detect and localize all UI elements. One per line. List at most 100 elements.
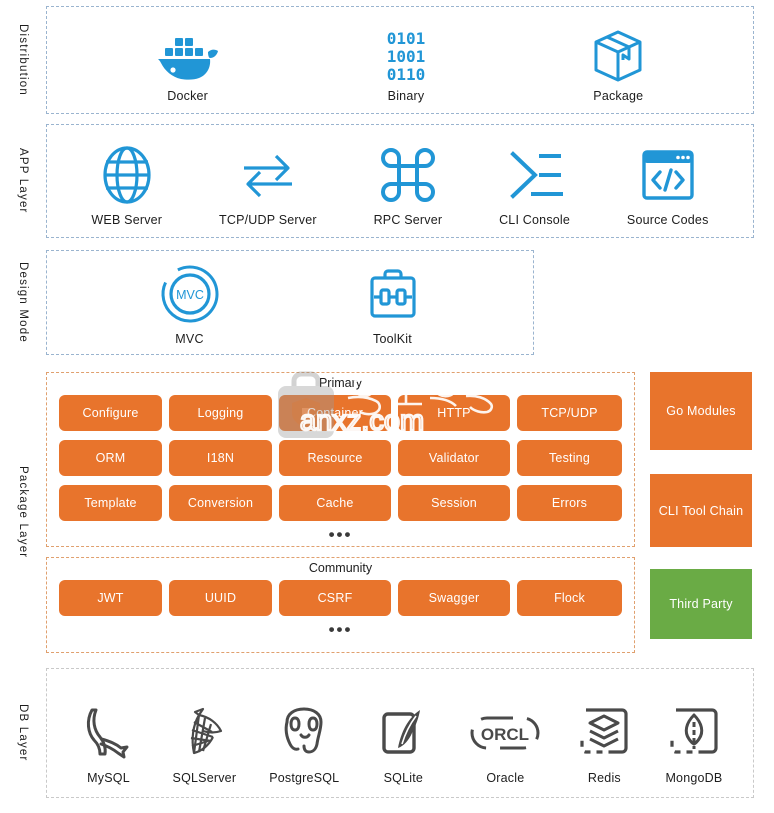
svg-text:0101: 0101 — [387, 29, 426, 48]
app-item-rpc-server[interactable]: RPC Server — [374, 144, 443, 227]
app-item-source-codes[interactable]: Source Codes — [627, 144, 709, 227]
distribution-container: Docker 0101 1001 0110 Binary Package — [46, 6, 754, 114]
mysql-dolphin-icon — [78, 702, 140, 764]
oracle-icon: ORCL — [467, 702, 543, 764]
code-window-icon — [637, 144, 699, 206]
app-item-tcp-udp-server[interactable]: TCP/UDP Server — [219, 144, 317, 227]
package-chip[interactable]: Errors — [517, 485, 622, 521]
item-caption: Docker — [167, 89, 209, 103]
package-chip[interactable]: I18N — [169, 440, 272, 476]
design-container: MVC MVC ToolKit — [46, 250, 534, 355]
svg-text:1001: 1001 — [387, 47, 426, 66]
layer-label-db: DB Layer — [17, 704, 29, 762]
chip-row: ORM I18N Resource Validator Testing — [59, 440, 622, 476]
item-caption: TCP/UDP Server — [219, 213, 317, 227]
package-chip[interactable]: Flock — [517, 580, 622, 616]
package-chip[interactable]: Testing — [517, 440, 622, 476]
db-container: MySQL SQLServer PostgreSQL SQLite ORCL O… — [46, 668, 754, 798]
binary-icon: 0101 1001 0110 — [371, 28, 441, 82]
item-caption: Redis — [587, 771, 621, 785]
db-item-postgresql[interactable]: PostgreSQL — [269, 702, 339, 785]
package-chip[interactable]: Container — [279, 395, 391, 431]
db-item-oracle[interactable]: ORCL Oracle — [467, 702, 543, 785]
package-community-container: Community JWT UUID CSRF Swagger Flock ••… — [46, 557, 635, 653]
item-caption: Package — [593, 89, 644, 103]
mvc-circle-icon: MVC — [159, 263, 221, 325]
app-container: WEB Server TCP/UDP Server RPC Server CLI… — [46, 124, 754, 238]
package-chip[interactable]: Cache — [279, 485, 391, 521]
item-caption: CLI Console — [499, 213, 571, 227]
architecture-diagram: Distribution Docker 0101 1001 0110 Binar… — [0, 0, 774, 813]
design-item-toolkit[interactable]: ToolKit — [364, 265, 422, 346]
svg-text:MVC: MVC — [176, 288, 204, 302]
command-icon — [377, 144, 439, 206]
design-item-mvc[interactable]: MVC MVC — [159, 263, 221, 346]
app-item-cli-console[interactable]: CLI Console — [499, 144, 570, 227]
package-primary-more: ••• — [328, 525, 353, 544]
package-side-column: Go Modules CLI Tool Chain Third Party — [650, 372, 752, 653]
layer-design-mode: Design Mode MVC MVC ToolKit — [0, 250, 774, 355]
package-chip[interactable]: JWT — [59, 580, 162, 616]
package-chip[interactable]: ORM — [59, 440, 162, 476]
postgresql-elephant-icon — [273, 702, 335, 764]
package-chip[interactable]: TCP/UDP — [517, 395, 622, 431]
globe-icon — [96, 144, 158, 206]
db-item-mongodb[interactable]: MongoDB — [665, 702, 722, 785]
package-box-icon — [586, 26, 650, 82]
item-caption: Binary — [387, 89, 425, 103]
distribution-item-binary[interactable]: 0101 1001 0110 Binary — [371, 28, 441, 103]
mongodb-leaf-icon — [666, 702, 722, 764]
item-caption: ToolKit — [373, 332, 412, 346]
package-primary-title: Primary — [318, 376, 363, 390]
package-primary-grid: Configure Logging Container HTTP TCP/UDP… — [59, 395, 622, 544]
exchange-arrows-icon — [232, 144, 304, 206]
sqlserver-icon — [173, 702, 235, 764]
item-caption: SQLServer — [172, 771, 237, 785]
item-caption: MySQL — [87, 771, 130, 785]
distribution-item-docker[interactable]: Docker — [150, 28, 226, 103]
package-primary-container: Primary Configure Logging Container HTTP… — [46, 372, 635, 547]
app-item-web-server[interactable]: WEB Server — [91, 144, 162, 227]
chip-row: JWT UUID CSRF Swagger Flock — [59, 580, 622, 616]
package-chip[interactable]: Session — [398, 485, 510, 521]
redis-stack-icon — [576, 702, 632, 764]
layer-label-distribution: Distribution — [17, 24, 29, 96]
package-chip[interactable]: Swagger — [398, 580, 510, 616]
item-caption: SQLite — [383, 771, 424, 785]
side-box-third-party[interactable]: Third Party — [650, 569, 752, 639]
package-chip[interactable]: UUID — [169, 580, 272, 616]
item-caption: MVC — [175, 332, 204, 346]
sqlite-feather-icon — [372, 702, 434, 764]
package-community-grid: JWT UUID CSRF Swagger Flock ••• — [59, 580, 622, 639]
side-box-cli-tool-chain[interactable]: CLI Tool Chain — [650, 474, 752, 547]
chip-row: Configure Logging Container HTTP TCP/UDP — [59, 395, 622, 431]
item-caption: Oracle — [486, 771, 525, 785]
db-item-sqlserver[interactable]: SQLServer — [173, 702, 237, 785]
package-chip[interactable]: Validator — [398, 440, 510, 476]
package-chip[interactable]: Configure — [59, 395, 162, 431]
side-box-go-modules[interactable]: Go Modules — [650, 372, 752, 450]
package-chip[interactable]: HTTP — [398, 395, 510, 431]
item-caption: RPC Server — [373, 213, 443, 227]
package-chip[interactable]: Conversion — [169, 485, 272, 521]
db-item-redis[interactable]: Redis — [576, 702, 632, 785]
sigma-icon — [503, 144, 567, 206]
package-chip[interactable]: Logging — [169, 395, 272, 431]
db-item-mysql[interactable]: MySQL — [78, 702, 140, 785]
chip-row: Template Conversion Cache Session Errors — [59, 485, 622, 521]
layer-label-design-mode: Design Mode — [17, 262, 29, 343]
layer-distribution: Distribution Docker 0101 1001 0110 Binar… — [0, 6, 774, 114]
distribution-item-package[interactable]: Package — [586, 26, 650, 103]
package-community-title: Community — [308, 561, 373, 575]
toolbox-icon — [364, 265, 422, 325]
layer-app: APP Layer WEB Server TCP/UDP Server RPC … — [0, 124, 774, 238]
svg-text:ORCL: ORCL — [481, 725, 529, 744]
layer-label-app: APP Layer — [17, 148, 29, 214]
package-chip[interactable]: Resource — [279, 440, 391, 476]
item-caption: PostgreSQL — [269, 771, 340, 785]
db-item-sqlite[interactable]: SQLite — [372, 702, 434, 785]
package-chip[interactable]: Template — [59, 485, 162, 521]
package-community-more: ••• — [328, 620, 353, 639]
package-chip[interactable]: CSRF — [279, 580, 391, 616]
item-caption: Source Codes — [626, 213, 709, 227]
